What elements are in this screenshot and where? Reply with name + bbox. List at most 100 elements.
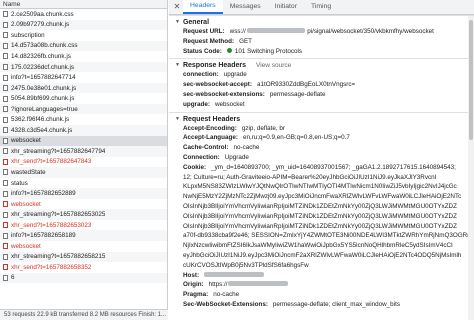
request-method-value: GET [239,37,253,45]
request-row[interactable]: 2.ce2509aa.chunk.css [0,9,167,20]
detail-tabbar: ✕ Headers Messages Initiator Timing [169,0,474,15]
request-detail-panel: ✕ Headers Messages Initiator Timing ▼ Gen… [169,0,474,320]
file-icon [3,32,8,39]
request-row[interactable]: 5054.89bf699.chunk.js [0,93,167,104]
request-row[interactable]: info?t=1657882647714 [0,72,167,83]
request-row[interactable]: ?ignoreLanguages=true [0,103,167,115]
request-name: xhr_send?t=1657882653023 [11,221,92,229]
file-icon [3,85,8,92]
header-value: gzip, deflate, br [242,124,285,134]
request-name: info?t=1657882652889 [11,190,76,198]
file-icon [3,201,8,208]
request-name: xhr_streaming?t=1657882647794 [11,147,106,155]
request-row[interactable]: xhr_streaming?t=1657882647794 [0,146,167,157]
status-dot-icon [226,47,232,53]
request-row[interactable]: xhr_send?t=1657882653023 [0,220,167,231]
file-icon [3,232,8,239]
request-row[interactable]: 2.09b97279.chunk.js [0,19,167,31]
request-row[interactable]: 14.d573a08b.chunk.css [0,40,167,52]
request-name: 4328.c3d5e4.chunk.js [11,126,73,134]
request-row[interactable]: subscription [0,30,167,41]
request-headers-section: ▼ Request Headers Accept-Encoding: gzip, d… [169,111,474,310]
header-row: Origin: https:// [169,280,474,290]
request-row[interactable]: xhr_send?t=1657882647843 [0,157,167,168]
view-source-link[interactable]: View source [256,62,291,69]
detail-scrollbar[interactable] [468,16,474,320]
request-row[interactable]: xhr_streaming?t=1657882658215 [0,251,167,263]
header-key: Accept-Encoding: [183,124,237,132]
request-name: 5362.f96f46.chunk.js [11,116,70,124]
request-headers-toggle[interactable]: ▼ Request Headers [169,111,474,124]
cookie-line: KLpxM5NS83ZWIzLWIwYJQtNwQlrOTIwNTIwMTIyO… [183,183,457,191]
header-key: upgrade: [183,100,210,108]
file-icon [3,42,8,49]
request-row[interactable]: xhr_streaming?t=1657882653025 [0,209,167,220]
request-url-prefix: wss:// [229,28,246,35]
header-value: websocket [215,100,245,110]
tab-messages[interactable]: Messages [223,0,268,14]
request-row[interactable]: wastedState [0,167,167,178]
request-name: info?t=1657882658189 [11,232,76,240]
request-name: xhr_send?t=1657882658352 [11,263,92,271]
header-row: Cache-Control: no-cache [169,143,474,153]
file-icon [3,21,8,28]
request-method-key: Request Method: [183,37,235,45]
status-code-row: Status Code: 101 Switching Protocols [169,47,474,59]
header-row: Cookie: _ym_d=1640893700; _ym_uid=1640893… [169,163,474,173]
header-key: Cache-Control: [183,144,229,152]
request-row[interactable]: 4328.c3d5e4.chunk.js [0,125,167,136]
request-row[interactable]: 2475.0e38e01.chunk.js [0,82,167,94]
tab-timing[interactable]: Timing [304,0,338,14]
header-value: no-cache [233,143,259,153]
header-value: no-cache [213,290,239,300]
header-row: Connection: Upgrade [169,153,474,163]
request-row[interactable]: websocket [0,199,167,210]
request-name: 5054.89bf699.chunk.js [11,95,75,103]
request-name: 2.09b97279.chunk.js [11,21,70,29]
request-name: websocket [11,200,41,208]
response-headers-toggle[interactable]: ▼ Response Headers View source [169,58,474,71]
general-section: ▼ General Request URL: wss:// pi/signal/w… [169,15,474,58]
general-title: General [182,19,210,26]
cookie-line: NwNjE5MzY2ZjMzNTc2ZjMwzj09.eyJpc3MiOiJnc… [183,193,462,201]
request-name: 175.02236dcf.chunk.js [11,63,75,71]
general-section-toggle[interactable]: ▼ General [169,15,474,27]
request-method-row: Request Method: GET [169,37,474,47]
status-code-text: 101 Switching Protocols [234,47,303,55]
request-name: subscription [11,31,45,39]
cookie-line: eyJhbGciOiJIUzI1NiJ9.eyJpc3MiOiJncmF2aXR… [183,251,462,259]
request-row[interactable]: info?t=1657882658189 [0,230,167,242]
response-header-rows: connection: upgrade sec-websocket-accept: a… [169,70,474,111]
tab-headers[interactable]: Headers [183,0,223,14]
name-column-header[interactable]: Name [0,0,167,9]
file-icon [3,169,8,176]
tab-initiator[interactable]: Initiator [268,0,304,14]
header-key: sec-websocket-accept: [183,81,252,89]
request-row[interactable]: 6 [0,272,167,284]
request-name: websocket [11,137,41,145]
request-row[interactable]: websocket [0,135,167,147]
header-value-text: no-cache [233,144,260,152]
request-headers-title: Request Headers [182,115,241,123]
header-value-text: en,ru;q=0.9,en-GB;q=0.8,en-US;q=0.7 [242,134,350,142]
request-row[interactable]: 175.02236dcf.chunk.js [0,61,167,73]
header-key: Connection: [183,153,220,161]
header-key: Cookie: [183,163,207,171]
request-row[interactable]: websocket [0,241,167,252]
header-value: permessage-deflate; client_max_window_bi… [273,300,400,310]
close-icon[interactable]: ✕ [171,0,183,14]
request-row[interactable]: status [0,178,167,189]
response-headers-section: ▼ Response Headers View source connection:… [169,58,474,111]
header-value [204,271,265,281]
cookie-line: OIsInNjb3BlIjoiYmVhcmVyIiwianRpIjoiMTZiN… [183,222,457,230]
request-row[interactable]: info?t=1657882652889 [0,188,167,199]
scrollbar-thumb[interactable] [469,20,473,140]
header-value-text: _ym_d=1640893700; _ym_uid=16408937001567… [211,163,456,171]
header-row: Pragma: no-cache [169,290,474,300]
request-url-key: Request URL: [183,28,225,35]
request-row[interactable]: 5362.f96f46.chunk.js [0,114,167,125]
request-row[interactable]: 14.d82326fb.chunk.js [0,51,167,62]
request-name: 14.d82326fb.chunk.js [11,52,71,60]
header-value-text: permessage-deflate; client_max_window_bi… [272,300,400,308]
request-row[interactable]: xhr_send?t=1657882658352 [0,262,167,273]
